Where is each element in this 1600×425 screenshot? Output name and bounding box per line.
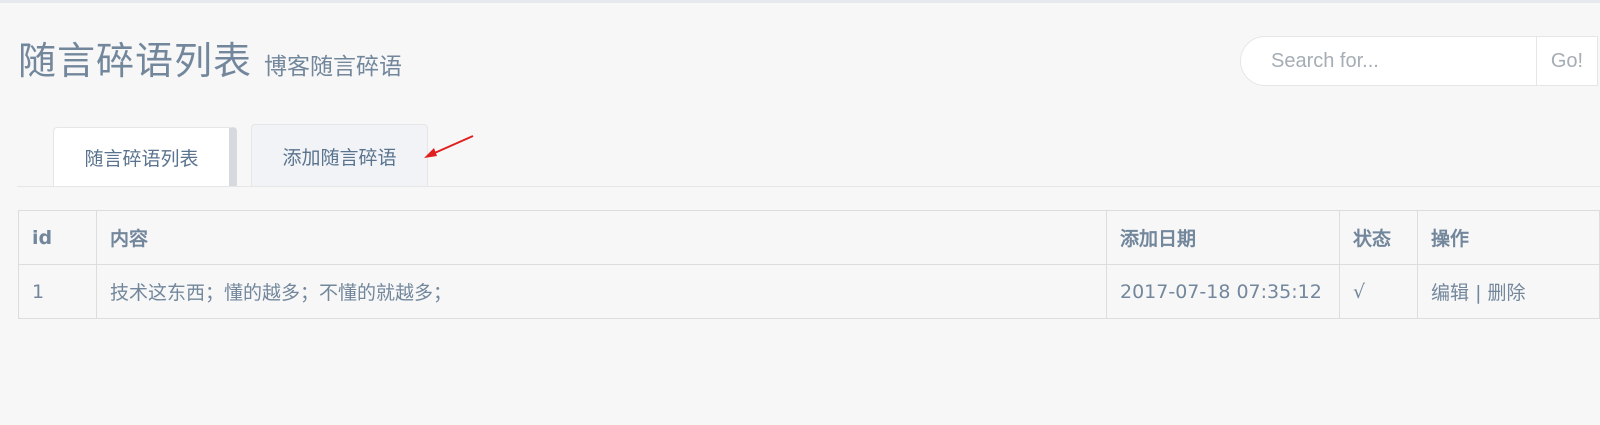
tab-add[interactable]: 添加随言碎语 — [251, 124, 428, 187]
action-separator: | — [1475, 282, 1482, 304]
tab-list[interactable]: 随言碎语列表 — [53, 127, 237, 187]
column-header-status: 状态 — [1339, 210, 1418, 265]
table-row: 1 技术这东西；懂的越多；不懂的就越多； 2017-07-18 07:35:12… — [18, 264, 1600, 319]
table-header-row: id 内容 添加日期 状态 操作 — [18, 210, 1600, 265]
edit-link[interactable]: 编辑 — [1431, 282, 1469, 304]
cell-id: 1 — [18, 264, 97, 319]
red-arrow-annotation-icon — [424, 135, 474, 158]
delete-link[interactable]: 删除 — [1488, 282, 1526, 304]
top-divider — [0, 0, 1600, 3]
tab-bar-divider — [17, 186, 1600, 187]
column-header-actions: 操作 — [1417, 210, 1600, 265]
column-header-content: 内容 — [96, 210, 1107, 265]
cell-date: 2017-07-18 07:35:12 — [1106, 264, 1340, 319]
column-header-id: id — [18, 210, 97, 265]
page-title-text: 随言碎语列表 — [18, 39, 253, 83]
data-table: id 内容 添加日期 状态 操作 1 技术这东西；懂的越多；不懂的就越多； 20… — [18, 210, 1600, 319]
page-subtitle: 博客随言碎语 — [264, 54, 403, 80]
cell-content: 技术这东西；懂的越多；不懂的就越多； — [96, 264, 1107, 319]
page-title: 随言碎语列表 博客随言碎语 — [18, 30, 402, 85]
cell-actions: 编辑 | 删除 — [1417, 264, 1600, 319]
search-go-button[interactable]: Go! — [1536, 37, 1597, 85]
search-input[interactable] — [1241, 37, 1536, 85]
cell-status: √ — [1339, 264, 1418, 319]
column-header-date: 添加日期 — [1106, 210, 1340, 265]
search-group: Go! — [1240, 36, 1598, 86]
